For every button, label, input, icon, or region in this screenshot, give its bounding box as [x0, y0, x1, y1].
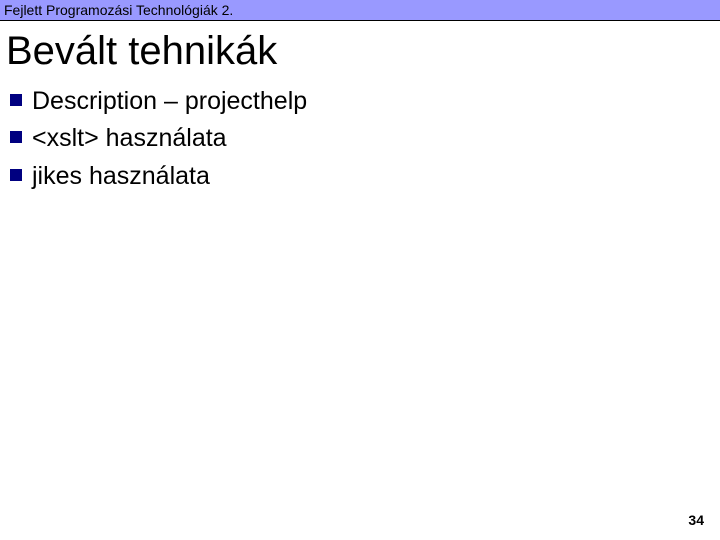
- list-item: Description – projecthelp: [10, 86, 720, 117]
- square-bullet-icon: [10, 169, 22, 181]
- slide-title: Bevált tehnikák: [0, 21, 720, 86]
- bullet-text: Description – projecthelp: [32, 86, 307, 117]
- list-item: <xslt> használata: [10, 123, 720, 154]
- bullet-text: <xslt> használata: [32, 123, 227, 154]
- course-title: Fejlett Programozási Technológiák 2.: [4, 2, 233, 18]
- page-number: 34: [688, 512, 704, 528]
- header-bar: Fejlett Programozási Technológiák 2.: [0, 0, 720, 21]
- bullet-text: jikes használata: [32, 161, 210, 192]
- square-bullet-icon: [10, 131, 22, 143]
- square-bullet-icon: [10, 94, 22, 106]
- list-item: jikes használata: [10, 161, 720, 192]
- bullet-list: Description – projecthelp <xslt> használ…: [0, 86, 720, 192]
